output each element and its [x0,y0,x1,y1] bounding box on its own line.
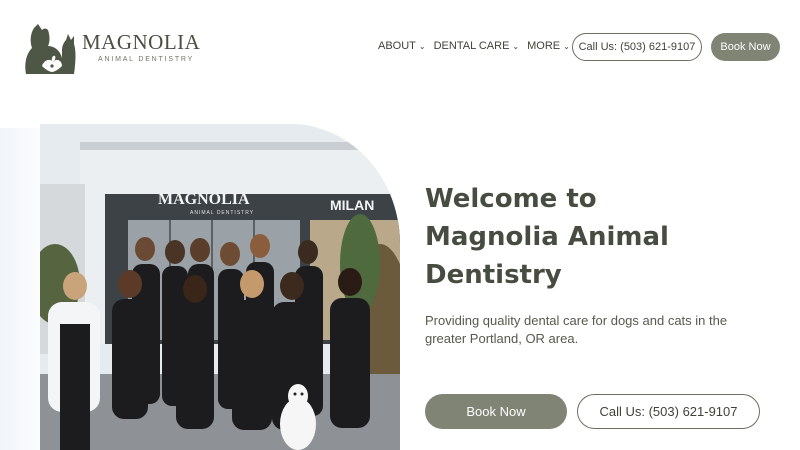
building-sign-subtext: ANIMAL DENTISTRY [190,210,254,216]
team-photo-illustration: MAGNOLIA ANIMAL DENTISTRY MILAN [40,124,400,450]
hero-description: Providing quality dental care for dogs a… [425,313,728,346]
brand-tagline: ANIMAL DENTISTRY [98,56,195,63]
chevron-down-icon: ⌄ [418,41,426,51]
main-nav: ABOUT ⌄ DENTAL CARE ⌄ MORE ⌄ [378,40,570,52]
nav-item-dental-care[interactable]: DENTAL CARE ⌄ [434,40,520,52]
nav-item-more[interactable]: MORE ⌄ [527,40,570,52]
nav-item-label: ABOUT [378,40,416,52]
brand-name: MAGNOLIA [82,30,201,54]
hero-title-line: Magnolia Animal [425,222,669,252]
site-logo[interactable]: MAGNOLIA ANIMAL DENTISTRY [20,20,210,76]
chevron-down-icon: ⌄ [563,41,570,51]
chevron-down-icon: ⌄ [512,41,520,51]
building-sign: MAGNOLIA [158,191,250,208]
hero-title-line: Dentistry [425,260,562,290]
hero-title: Welcome to Magnolia Animal Dentistry [425,180,785,294]
call-us-button[interactable]: Call Us: (503) 621-9107 [572,33,702,61]
hero-call-us-button[interactable]: Call Us: (503) 621-9107 [577,394,760,429]
nav-item-label: DENTAL CARE [433,40,510,52]
nav-item-label: MORE [527,40,561,52]
hero-photo: MAGNOLIA ANIMAL DENTISTRY MILAN [40,124,400,450]
hero-title-line: Welcome to [425,184,597,214]
dog-cat-logo-icon [25,24,76,74]
site-header: MAGNOLIA ANIMAL DENTISTRY ABOUT ⌄ DENTAL… [0,0,800,95]
nav-item-about[interactable]: ABOUT ⌄ [378,40,426,52]
hero-book-now-button[interactable]: Book Now [425,394,567,429]
book-now-button[interactable]: Book Now [711,33,780,61]
side-sign: MILAN [330,197,374,213]
